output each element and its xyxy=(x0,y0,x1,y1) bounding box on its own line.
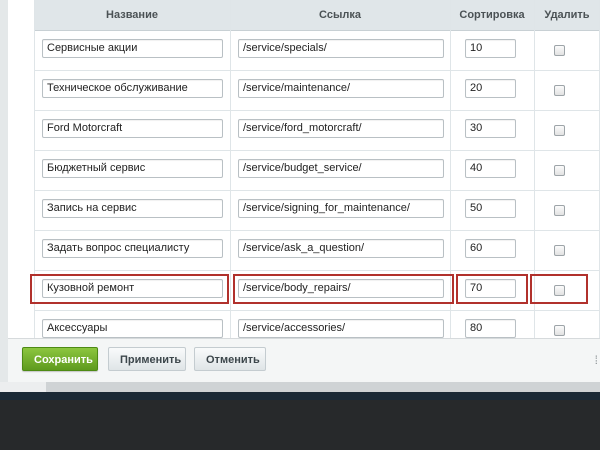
sort-input[interactable]: 30 xyxy=(465,119,516,138)
left-gutter xyxy=(0,0,8,338)
sort-input[interactable]: 20 xyxy=(465,79,516,98)
name-input[interactable]: Ford Motorcraft xyxy=(42,119,223,138)
delete-checkbox[interactable] xyxy=(554,85,565,96)
sort-input[interactable]: 10 xyxy=(465,39,516,58)
highlight-box-name xyxy=(30,274,229,304)
link-input[interactable]: /service/ford_motorcraft/ xyxy=(238,119,444,138)
name-input[interactable]: Задать вопрос специалисту xyxy=(42,239,223,258)
delete-checkbox[interactable] xyxy=(554,245,565,256)
link-input[interactable]: /service/specials/ xyxy=(238,39,444,58)
column-header-delete: Удалить xyxy=(544,9,590,21)
column-header-name: Название xyxy=(106,9,158,21)
sort-input[interactable]: 50 xyxy=(465,199,516,218)
apply-button[interactable]: Применить xyxy=(108,347,186,371)
link-input[interactable]: /service/budget_service/ xyxy=(238,159,444,178)
name-input[interactable]: Техническое обслуживание xyxy=(42,79,223,98)
sort-input[interactable]: 60 xyxy=(465,239,516,258)
table-row: Аксессуары/service/accessories/80 xyxy=(34,310,600,338)
form-footer: Сохранить Применить Отменить ⁞ xyxy=(8,338,600,383)
column-header-link: Ссылка xyxy=(319,9,361,21)
sort-input[interactable]: 80 xyxy=(465,319,516,338)
column-header-sort: Сортировка xyxy=(459,9,525,21)
horizontal-scrollbar-thumb[interactable] xyxy=(46,382,600,392)
delete-checkbox[interactable] xyxy=(554,165,565,176)
delete-checkbox[interactable] xyxy=(554,205,565,216)
table-row: Сервисные акции/service/specials/10 xyxy=(34,30,600,71)
table-row: Задать вопрос специалисту/service/ask_a_… xyxy=(34,230,600,271)
name-input[interactable]: Запись на сервис xyxy=(42,199,223,218)
sort-input[interactable]: 40 xyxy=(465,159,516,178)
name-input[interactable]: Сервисные акции xyxy=(42,39,223,58)
taskbar-area xyxy=(0,392,600,450)
dots-icon[interactable]: ⁞ xyxy=(595,353,598,367)
cancel-button[interactable]: Отменить xyxy=(194,347,266,371)
delete-checkbox[interactable] xyxy=(554,125,565,136)
name-input[interactable]: Бюджетный сервис xyxy=(42,159,223,178)
save-button[interactable]: Сохранить xyxy=(22,347,98,371)
table-row: Бюджетный сервис/service/budget_service/… xyxy=(34,150,600,191)
table-row: Техническое обслуживание/service/mainten… xyxy=(34,70,600,111)
taskbar-edge xyxy=(0,392,600,400)
delete-checkbox[interactable] xyxy=(554,45,565,56)
link-input[interactable]: /service/ask_a_question/ xyxy=(238,239,444,258)
highlight-box-delete xyxy=(530,274,588,304)
highlight-box-link xyxy=(233,274,454,304)
table-row: Запись на сервис/service/signing_for_mai… xyxy=(34,190,600,231)
link-input[interactable]: /service/maintenance/ xyxy=(238,79,444,98)
table-row: Ford Motorcraft/service/ford_motorcraft/… xyxy=(34,110,600,151)
link-input[interactable]: /service/accessories/ xyxy=(238,319,444,338)
highlight-box-sort xyxy=(456,274,528,304)
table-header: Название Ссылка Сортировка Удалить xyxy=(34,0,600,31)
link-input[interactable]: /service/signing_for_maintenance/ xyxy=(238,199,444,218)
delete-checkbox[interactable] xyxy=(554,325,565,336)
name-input[interactable]: Аксессуары xyxy=(42,319,223,338)
